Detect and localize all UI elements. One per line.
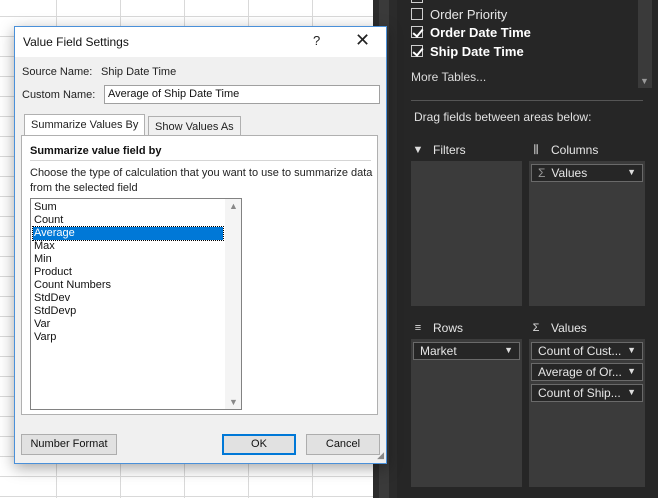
checkbox-checked[interactable] bbox=[411, 45, 423, 57]
field-list: Order Priority Order Date Time Ship Date… bbox=[407, 0, 652, 88]
field-order-date-time[interactable]: Order Date Time bbox=[411, 23, 531, 41]
pill-label: Values bbox=[551, 166, 588, 180]
field-label: Ship Date Time bbox=[430, 43, 524, 59]
rows-drop-zone[interactable]: Market ▼ bbox=[411, 339, 522, 487]
filters-area[interactable]: ▼ Filters bbox=[411, 141, 522, 306]
source-name-value: Ship Date Time bbox=[101, 66, 177, 78]
pill-label: Count of Cust... bbox=[538, 344, 622, 358]
source-name-label: Source Name: bbox=[22, 66, 93, 78]
columns-drop-zone[interactable]: Σ Values ▼ bbox=[529, 161, 645, 306]
checkbox[interactable] bbox=[411, 0, 423, 3]
pivot-fields-pane: Order Priority Order Date Time Ship Date… bbox=[397, 0, 658, 498]
pill-label: Market bbox=[420, 344, 457, 358]
list-item-sum[interactable]: Sum bbox=[33, 201, 223, 214]
list-item-min[interactable]: Min bbox=[33, 253, 223, 266]
list-item-stddevp[interactable]: StdDevp bbox=[33, 305, 223, 318]
checkbox[interactable] bbox=[411, 8, 423, 20]
list-item-max[interactable]: Max bbox=[33, 240, 223, 253]
list-item-average[interactable]: Average bbox=[32, 226, 224, 241]
divider bbox=[411, 100, 643, 101]
help-icon[interactable]: ? bbox=[313, 33, 320, 48]
field-order-priority[interactable]: Order Priority bbox=[411, 5, 507, 23]
custom-name-input[interactable]: Average of Ship Date Time bbox=[104, 85, 380, 104]
scroll-down-icon[interactable]: ▼ bbox=[640, 76, 649, 86]
values-area[interactable]: Σ Values Count of Cust... ▼ Average of Or… bbox=[529, 319, 645, 487]
columns-values-pill[interactable]: Σ Values ▼ bbox=[531, 164, 643, 182]
sigma-icon: Σ bbox=[532, 322, 540, 334]
summarize-tab-panel: Summarize value field by Choose the type… bbox=[21, 135, 378, 415]
section-description: Choose the type of calculation that you … bbox=[30, 167, 373, 194]
drag-hint: Drag fields between areas below: bbox=[414, 110, 592, 124]
section-title: Summarize value field by bbox=[30, 145, 162, 157]
checkbox-checked[interactable] bbox=[411, 26, 423, 38]
list-item-count[interactable]: Count bbox=[33, 214, 223, 227]
sigma-icon: Σ bbox=[538, 166, 546, 180]
dialog-title: Value Field Settings bbox=[23, 35, 129, 49]
dropdown-arrow-icon[interactable]: ▼ bbox=[627, 387, 636, 397]
values-pill[interactable]: Count of Ship... ▼ bbox=[531, 384, 643, 402]
dropdown-arrow-icon[interactable]: ▼ bbox=[504, 345, 513, 355]
field-label: Order Date Time bbox=[430, 24, 531, 40]
columns-icon: ⫼ bbox=[533, 143, 539, 156]
cancel-button[interactable]: Cancel bbox=[306, 434, 380, 455]
field-label: Order Priority bbox=[430, 6, 508, 22]
area-label: Filters bbox=[433, 143, 466, 157]
list-item-product[interactable]: Product bbox=[33, 266, 223, 279]
number-format-button[interactable]: Number Format bbox=[21, 434, 117, 455]
section-divider bbox=[30, 160, 371, 161]
list-item-count-numbers[interactable]: Count Numbers bbox=[33, 279, 223, 292]
resize-grip-icon[interactable]: ◢ bbox=[377, 450, 384, 461]
more-tables-link[interactable]: More Tables... bbox=[411, 70, 486, 84]
list-item-var[interactable]: Var bbox=[33, 318, 223, 331]
scroll-up-icon[interactable]: ▲ bbox=[229, 201, 238, 211]
dropdown-arrow-icon[interactable]: ▼ bbox=[627, 167, 636, 177]
area-label: Values bbox=[551, 321, 587, 335]
list-item-stddev[interactable]: StdDev bbox=[33, 292, 223, 305]
value-field-settings-dialog: Value Field Settings ? ✕ Source Name: Sh… bbox=[14, 26, 387, 464]
field-list-scrollbar[interactable]: ▼ bbox=[638, 0, 652, 88]
close-icon[interactable]: ✕ bbox=[355, 30, 370, 51]
listbox-scrollbar[interactable]: ▲ ▼ bbox=[225, 199, 241, 409]
ok-button[interactable]: OK bbox=[222, 434, 296, 455]
values-drop-zone[interactable]: Count of Cust... ▼ Average of Or... ▼ Co… bbox=[529, 339, 645, 487]
pill-label: Average of Or... bbox=[538, 365, 622, 379]
dropdown-arrow-icon[interactable]: ▼ bbox=[627, 366, 636, 376]
filter-icon: ▼ bbox=[412, 144, 424, 156]
filters-drop-zone[interactable] bbox=[411, 161, 522, 306]
columns-area[interactable]: ⫼ Columns Σ Values ▼ bbox=[529, 141, 645, 306]
rows-area[interactable]: ≡ Rows Market ▼ bbox=[411, 319, 522, 487]
rows-market-pill[interactable]: Market ▼ bbox=[413, 342, 520, 360]
pill-label: Count of Ship... bbox=[538, 386, 621, 400]
rows-icon: ≡ bbox=[414, 322, 422, 334]
tab-summarize-values-by[interactable]: Summarize Values By bbox=[24, 114, 146, 136]
list-item-varp[interactable]: Varp bbox=[33, 331, 223, 344]
tab-show-values-as[interactable]: Show Values As bbox=[148, 116, 241, 136]
function-listbox[interactable]: Sum Count Average Max Min Product Count … bbox=[30, 198, 242, 410]
area-label: Columns bbox=[551, 143, 599, 157]
scroll-down-icon[interactable]: ▼ bbox=[229, 397, 238, 407]
values-pill[interactable]: Average of Or... ▼ bbox=[531, 363, 643, 381]
dropdown-arrow-icon[interactable]: ▼ bbox=[627, 345, 636, 355]
values-pill[interactable]: Count of Cust... ▼ bbox=[531, 342, 643, 360]
field-ship-date-time[interactable]: Ship Date Time bbox=[411, 42, 524, 60]
area-label: Rows bbox=[433, 321, 464, 335]
custom-name-label: Custom Name: bbox=[22, 89, 96, 101]
dialog-titlebar[interactable]: Value Field Settings ? ✕ bbox=[15, 27, 386, 57]
